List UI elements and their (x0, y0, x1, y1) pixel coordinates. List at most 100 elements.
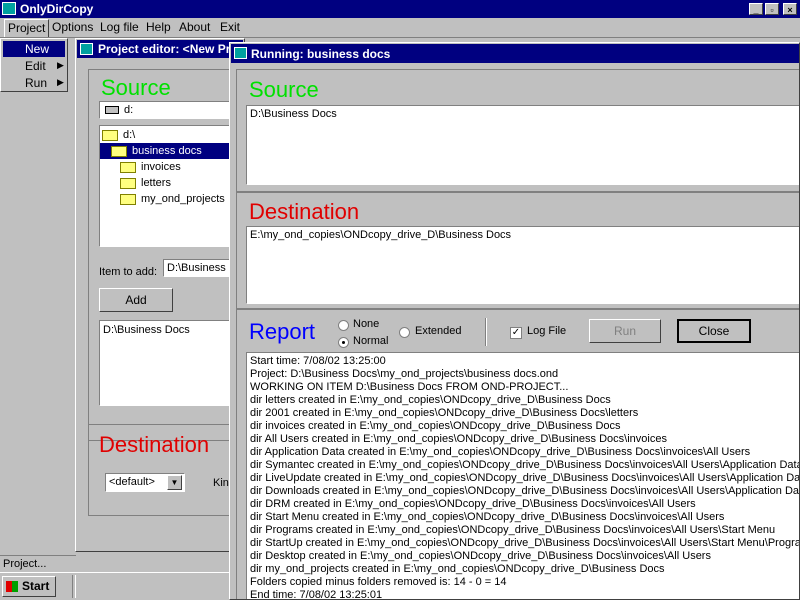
menu-about[interactable]: About (178, 19, 211, 36)
folder-icon (120, 161, 136, 173)
item-to-add-input[interactable]: D:\Business D (163, 259, 239, 277)
menu-item-run[interactable]: Run ▶ (3, 75, 65, 91)
log-line: dir letters created in E:\my_ond_copies\… (250, 394, 611, 406)
log-line: dir Programs created in E:\my_ond_copies… (250, 524, 776, 536)
editor-source-group: Source d: d:\ business docs invoices letter… (88, 69, 244, 441)
log-line: Start time: 7/08/02 13:25:00 (250, 355, 386, 367)
report-heading: Report (249, 319, 316, 344)
menu-help[interactable]: Help (145, 19, 172, 36)
log-line: dir invoices created in E:\my_ond_copies… (250, 420, 621, 432)
running-source-panel: Source D:\Business Docs (236, 69, 799, 193)
running-destination-panel: Destination E:\my_ond_copies\ONDcopy_dri… (236, 191, 799, 309)
folder-tree-item[interactable]: my_ond_projects (100, 191, 238, 207)
item-to-add-value: D:\Business D (167, 262, 237, 274)
running-title: Running: business docs (251, 47, 391, 61)
menu-item-run-label: Run (25, 76, 48, 90)
folder-icon (120, 177, 136, 189)
log-line: dir Downloads created in E:\my_ond_copie… (250, 485, 800, 497)
menu-item-edit[interactable]: Edit ▶ (3, 58, 65, 74)
radio-normal[interactable] (338, 337, 349, 348)
destination-select[interactable]: <default> ▼ (105, 473, 185, 492)
run-button[interactable]: Run (589, 319, 661, 343)
open-folder-icon (111, 145, 127, 157)
report-log[interactable]: Start time: 7/08/02 13:25:00 Project: D:\… (246, 352, 800, 600)
close-button[interactable]: Close (677, 319, 751, 343)
radio-extended[interactable] (399, 327, 410, 338)
menu-bar: Project Options Log file Help About Exit (0, 19, 800, 38)
items-list-item[interactable]: D:\Business Docs (103, 324, 190, 336)
log-file-label: Log File (527, 325, 567, 337)
radio-normal-label: Normal (353, 335, 389, 347)
folder-tree-item[interactable]: letters (100, 175, 238, 191)
log-line: dir my_ond_projects created in E:\my_ond… (250, 563, 665, 575)
chevron-down-icon[interactable]: ▼ (167, 475, 182, 490)
editor-destination-group: Destination <default> ▼ Kin (88, 424, 244, 516)
radio-normal-dot (342, 341, 345, 344)
app-titlebar: OnlyDirCopy _ ▫ × (0, 0, 800, 18)
project-editor-window: Project editor: <New Pr Source d: d:\ bus… (75, 38, 245, 552)
running-titlebar: Running: business docs (231, 44, 799, 63)
drive-value: d: (124, 104, 134, 116)
log-line: End time: 7/08/02 13:25:01 (250, 589, 383, 600)
editor-icon (80, 43, 93, 55)
folder-tree-label: business docs (132, 145, 202, 157)
folder-tree-label: d:\ (123, 129, 136, 141)
minimize-button[interactable]: _ (749, 3, 763, 15)
log-line: Folders copied minus folders removed is:… (250, 576, 507, 588)
editor-title: Project editor: <New Pr (98, 42, 231, 56)
log-file-checkbox[interactable]: ✓ (510, 327, 522, 339)
menu-log-file[interactable]: Log file (99, 19, 140, 36)
radio-none[interactable] (338, 320, 349, 331)
log-line: Project: D:\Business Docs\my_ond_project… (250, 368, 559, 380)
kind-label: Kin (213, 477, 229, 489)
folder-tree-label: letters (141, 177, 171, 189)
app-icon (2, 2, 16, 15)
editor-destination-heading: Destination (99, 432, 210, 457)
menu-item-new[interactable]: New (3, 41, 65, 57)
folder-tree-item[interactable]: d:\ (100, 127, 238, 143)
radio-extended-label: Extended (415, 325, 462, 337)
running-source-value: D:\Business Docs (250, 108, 337, 120)
folder-tree-label: my_ond_projects (141, 193, 225, 205)
menu-exit[interactable]: Exit (219, 19, 241, 36)
radio-none-label: None (353, 318, 380, 330)
windows-logo-icon (6, 581, 18, 592)
log-line: dir All Users created in E:\my_ond_copie… (250, 433, 667, 445)
app-title: OnlyDirCopy (20, 2, 94, 16)
status-bar: Project... (0, 555, 76, 572)
item-to-add-label: Item to add: (99, 266, 158, 278)
project-dropdown: New Edit ▶ Run ▶ (0, 38, 68, 92)
close-icon[interactable]: × (783, 3, 797, 15)
running-report-panel: Report None Normal Extended ✓ Log File R… (236, 309, 800, 600)
report-separator (485, 318, 487, 346)
folder-tree-item[interactable]: business docs (100, 143, 238, 159)
drive-select[interactable]: d: (99, 101, 239, 119)
start-button[interactable]: Start (2, 576, 56, 597)
items-list[interactable]: D:\Business Docs (99, 320, 239, 406)
running-destination-field: E:\my_ond_copies\ONDcopy_drive_D\Busines… (246, 226, 799, 304)
running-icon (234, 47, 247, 59)
running-window: Running: business docs Source D:\Busines… (229, 42, 800, 600)
maximize-button[interactable]: ▫ (765, 3, 779, 15)
taskbar: Start (0, 572, 229, 600)
folder-icon (120, 193, 136, 205)
destination-select-value: <default> (109, 476, 155, 488)
log-line: dir Desktop created in E:\my_ond_copies\… (250, 550, 711, 562)
running-source-heading: Source (249, 77, 319, 102)
editor-titlebar: Project editor: <New Pr (77, 40, 243, 58)
folder-tree-label: invoices (141, 161, 181, 173)
log-line: dir DRM created in E:\my_ond_copies\ONDc… (250, 498, 696, 510)
report-log-lines: Start time: 7/08/02 13:25:00 Project: D:\… (250, 355, 800, 600)
running-destination-heading: Destination (249, 199, 360, 224)
add-button[interactable]: Add (99, 288, 173, 312)
folder-tree-item[interactable]: invoices (100, 159, 238, 175)
running-destination-value: E:\my_ond_copies\ONDcopy_drive_D\Busines… (250, 229, 512, 241)
editor-source-heading: Source (101, 75, 171, 100)
log-line: dir Symantec created in E:\my_ond_copies… (250, 459, 800, 471)
folder-tree[interactable]: d:\ business docs invoices letters my_ond_pr… (99, 125, 239, 247)
log-line: dir Application Data created in E:\my_on… (250, 446, 751, 458)
log-line: dir Start Menu created in E:\my_ond_copi… (250, 511, 725, 523)
menu-project[interactable]: Project (4, 19, 50, 38)
menu-options[interactable]: Options (51, 19, 94, 36)
menu-item-edit-label: Edit (25, 59, 46, 73)
